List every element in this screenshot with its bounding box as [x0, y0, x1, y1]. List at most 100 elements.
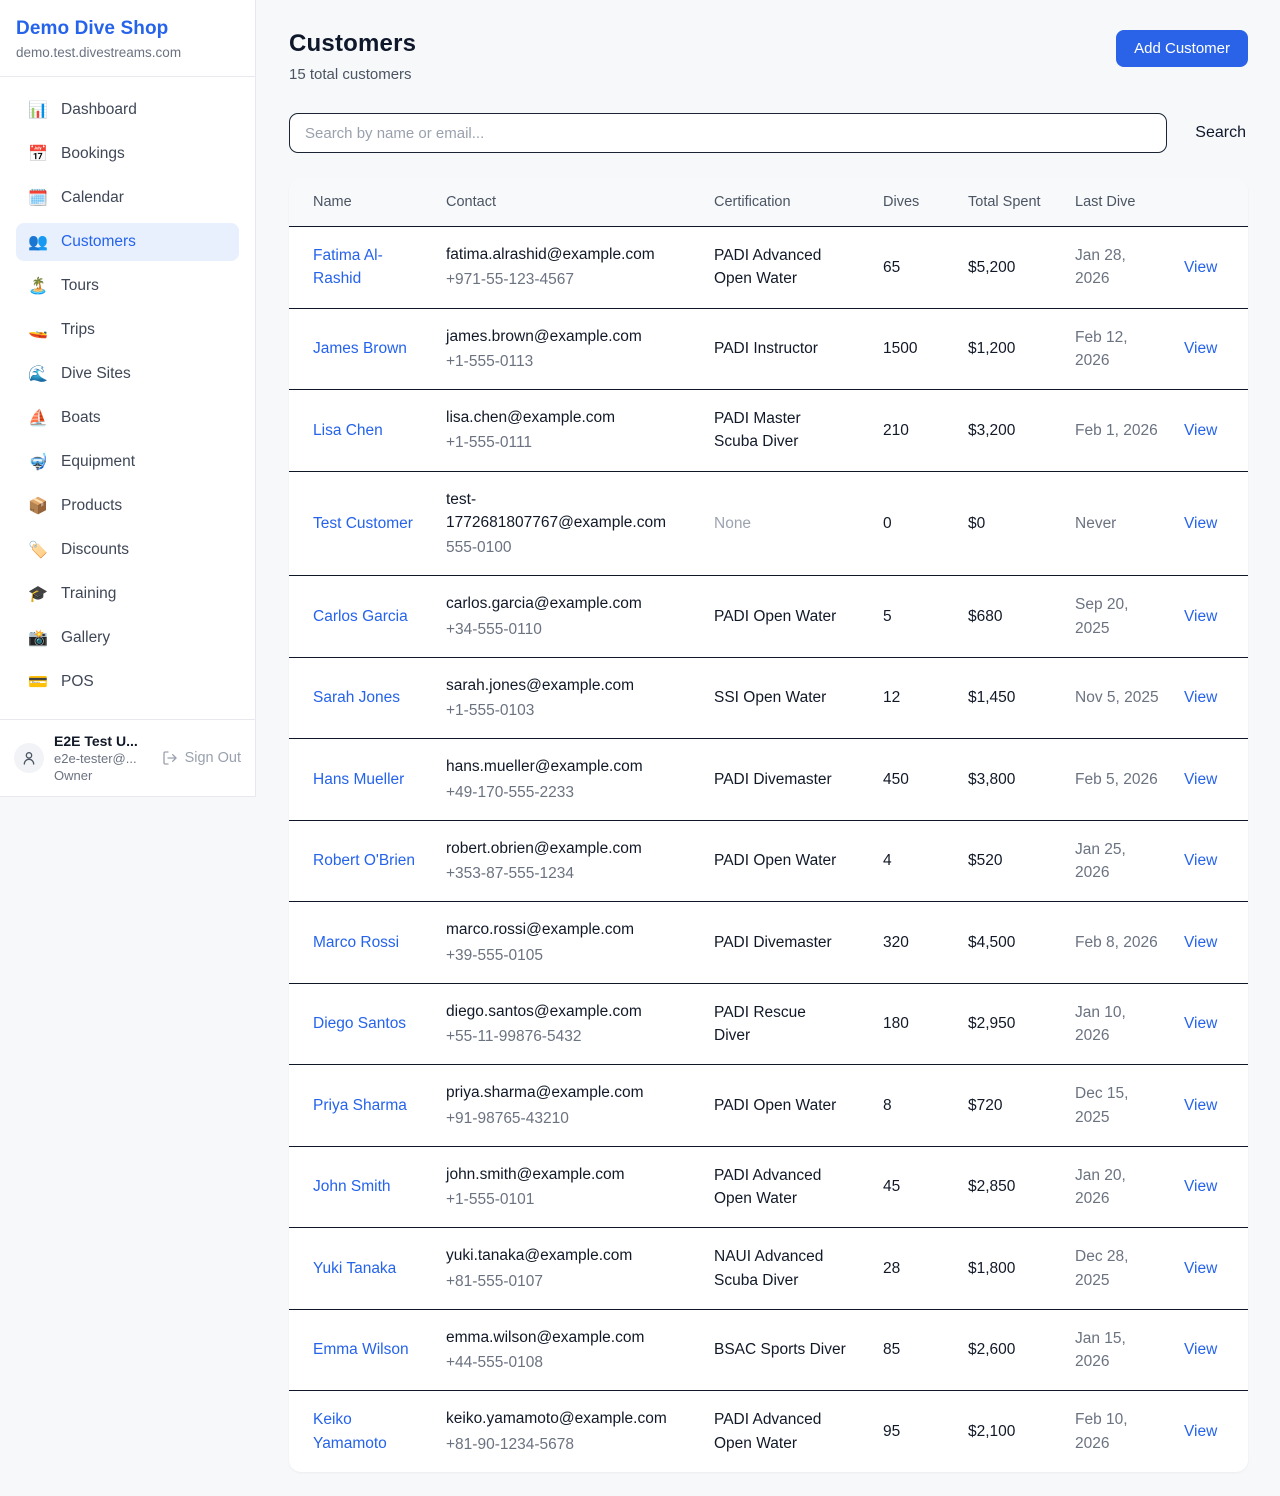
customer-total-spent: $5,200	[956, 227, 1063, 309]
customer-last-dive: Jan 20, 2026	[1063, 1146, 1172, 1228]
customer-last-dive: Sep 20, 2025	[1063, 576, 1172, 658]
table-row: Sarah Jones sarah.jones@example.com +1-5…	[289, 657, 1248, 739]
customer-name-link-hans-mueller[interactable]: Hans Mueller	[313, 771, 404, 788]
sidebar-item-dive-sites[interactable]: 🌊 Dive Sites	[16, 355, 239, 393]
nav-item-icon: 🎓	[28, 584, 48, 604]
customer-name-link-carlos-garcia[interactable]: Carlos Garcia	[313, 608, 408, 625]
customer-phone: +1-555-0101	[446, 1188, 690, 1211]
customer-phone: +81-555-0107	[446, 1270, 690, 1293]
nav-item-label: Customers	[61, 233, 136, 251]
customer-phone: +1-555-0111	[446, 431, 690, 454]
nav-item-icon: 📸	[28, 628, 48, 648]
customer-phone: +39-555-0105	[446, 944, 690, 967]
view-customer-link[interactable]: View	[1184, 1341, 1217, 1358]
user-email: e2e-tester@...	[54, 751, 152, 766]
customer-name-link-priya-sharma[interactable]: Priya Sharma	[313, 1097, 407, 1114]
user-name: E2E Test U...	[54, 733, 152, 749]
customer-dives: 45	[871, 1146, 956, 1228]
customer-certification: SSI Open Water	[714, 686, 826, 709]
view-customer-link[interactable]: View	[1184, 1178, 1217, 1195]
table-row: Emma Wilson emma.wilson@example.com +44-…	[289, 1309, 1248, 1391]
customer-certification: PADI Open Water	[714, 605, 836, 628]
customer-name-link-fatima-al-rashid[interactable]: Fatima Al-Rashid	[313, 247, 383, 287]
customer-last-dive: Feb 10, 2026	[1063, 1391, 1172, 1472]
customer-name-link-diego-santos[interactable]: Diego Santos	[313, 1015, 406, 1032]
customer-name-link-keiko-yamamoto[interactable]: Keiko Yamamoto	[313, 1411, 387, 1451]
sidebar-item-bookings[interactable]: 📅 Bookings	[16, 135, 239, 173]
sidebar-item-customers[interactable]: 👥 Customers	[16, 223, 239, 261]
nav-item-label: Discounts	[61, 541, 129, 559]
user-section: E2E Test U... e2e-tester@... Owner Sign …	[0, 719, 255, 796]
view-customer-link[interactable]: View	[1184, 422, 1217, 439]
customer-last-dive: Nov 5, 2025	[1063, 657, 1172, 739]
customer-phone: +353-87-555-1234	[446, 862, 690, 885]
customer-certification: PADI Divemaster	[714, 768, 832, 791]
column-header-total-spent: Total Spent	[956, 179, 1063, 227]
sidebar-item-dashboard[interactable]: 📊 Dashboard	[16, 91, 239, 129]
view-customer-link[interactable]: View	[1184, 689, 1217, 706]
customers-table: Name Contact Certification Dives Total S…	[289, 179, 1248, 1472]
customer-name-link-test-customer[interactable]: Test Customer	[313, 515, 413, 532]
nav-item-icon: 📦	[28, 496, 48, 516]
customer-phone: +81-90-1234-5678	[446, 1433, 690, 1456]
view-customer-link[interactable]: View	[1184, 340, 1217, 357]
customer-total-spent: $4,500	[956, 902, 1063, 984]
add-customer-button[interactable]: Add Customer	[1116, 30, 1248, 67]
sign-out-button[interactable]: Sign Out	[162, 750, 241, 766]
sidebar-item-pos[interactable]: 💳 POS	[16, 663, 239, 701]
customer-total-spent: $2,100	[956, 1391, 1063, 1472]
avatar	[14, 743, 44, 773]
table-row: Yuki Tanaka yuki.tanaka@example.com +81-…	[289, 1228, 1248, 1310]
table-row: Robert O'Brien robert.obrien@example.com…	[289, 820, 1248, 902]
view-customer-link[interactable]: View	[1184, 934, 1217, 951]
customer-name-link-james-brown[interactable]: James Brown	[313, 340, 407, 357]
customer-phone: +44-555-0108	[446, 1351, 690, 1374]
customer-phone: 555-0100	[446, 536, 690, 559]
view-customer-link[interactable]: View	[1184, 771, 1217, 788]
sidebar-item-trips[interactable]: 🚤 Trips	[16, 311, 239, 349]
sidebar-item-equipment[interactable]: 🤿 Equipment	[16, 443, 239, 481]
app-layout: Demo Dive Shop demo.test.divestreams.com…	[0, 0, 1280, 1496]
sidebar-item-products[interactable]: 📦 Products	[16, 487, 239, 525]
sidebar-item-calendar[interactable]: 🗓️ Calendar	[16, 179, 239, 217]
nav-item-icon: 🏷️	[28, 540, 48, 560]
customer-name-link-marco-rossi[interactable]: Marco Rossi	[313, 934, 399, 951]
view-customer-link[interactable]: View	[1184, 1015, 1217, 1032]
customer-name-link-yuki-tanaka[interactable]: Yuki Tanaka	[313, 1260, 396, 1277]
view-customer-link[interactable]: View	[1184, 852, 1217, 869]
customer-name-link-john-smith[interactable]: John Smith	[313, 1178, 391, 1195]
column-header-certification: Certification	[702, 179, 871, 227]
customer-total-spent: $1,450	[956, 657, 1063, 739]
search-button[interactable]: Search	[1193, 120, 1248, 146]
view-customer-link[interactable]: View	[1184, 1260, 1217, 1277]
view-customer-link[interactable]: View	[1184, 515, 1217, 532]
customer-email: priya.sharma@example.com	[446, 1081, 690, 1104]
view-customer-link[interactable]: View	[1184, 259, 1217, 276]
customer-total-spent: $2,600	[956, 1309, 1063, 1391]
sidebar-item-training[interactable]: 🎓 Training	[16, 575, 239, 613]
nav-item-icon: ⛵	[28, 408, 48, 428]
nav-item-icon: 🤿	[28, 452, 48, 472]
person-icon	[21, 750, 37, 766]
customer-certification: PADI Open Water	[714, 1094, 836, 1117]
customer-name-link-robert-o-brien[interactable]: Robert O'Brien	[313, 852, 415, 869]
sidebar-item-gallery[interactable]: 📸 Gallery	[16, 619, 239, 657]
view-customer-link[interactable]: View	[1184, 1097, 1217, 1114]
sidebar-item-tours[interactable]: 🏝️ Tours	[16, 267, 239, 305]
sidebar-item-boats[interactable]: ⛵ Boats	[16, 399, 239, 437]
customer-certification: PADI Divemaster	[714, 931, 832, 954]
view-customer-link[interactable]: View	[1184, 1423, 1217, 1440]
column-header-last-dive: Last Dive	[1063, 179, 1172, 227]
customer-name-link-sarah-jones[interactable]: Sarah Jones	[313, 689, 400, 706]
customer-total-spent: $1,200	[956, 308, 1063, 390]
customer-name-link-lisa-chen[interactable]: Lisa Chen	[313, 422, 383, 439]
view-customer-link[interactable]: View	[1184, 608, 1217, 625]
main-content: Customers 15 total customers Add Custome…	[256, 0, 1280, 1496]
customer-name-link-emma-wilson[interactable]: Emma Wilson	[313, 1341, 409, 1358]
customer-certification: PADI Advanced Open Water	[714, 1164, 846, 1211]
search-input[interactable]	[289, 113, 1167, 153]
nav-item-icon: 🌊	[28, 364, 48, 384]
sidebar-item-discounts[interactable]: 🏷️ Discounts	[16, 531, 239, 569]
customer-last-dive: Jan 28, 2026	[1063, 227, 1172, 309]
nav-item-icon: 🚤	[28, 320, 48, 340]
